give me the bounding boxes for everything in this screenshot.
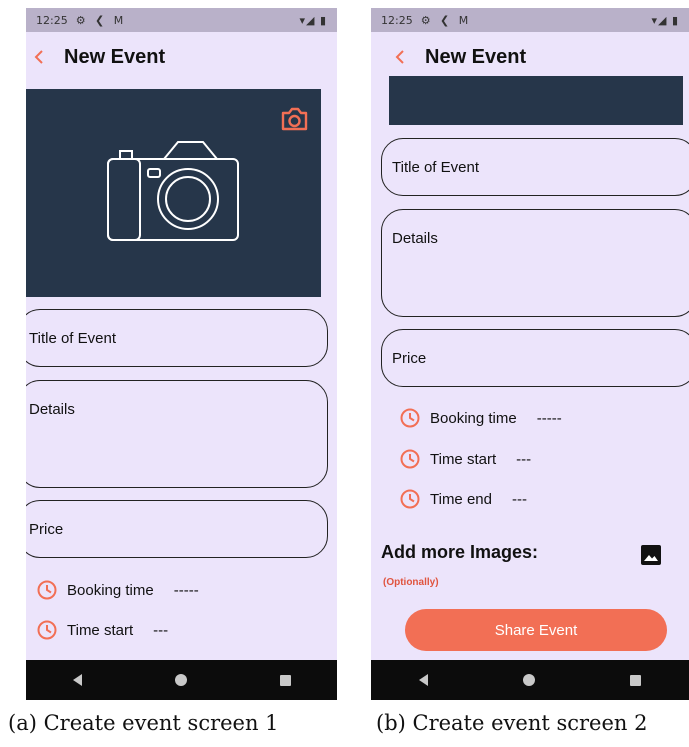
app-bar: New Event [26,40,337,74]
time-start-row[interactable]: Time start --- [37,620,168,640]
event-image-placeholder[interactable] [26,89,321,297]
camera-placeholder-icon [107,141,239,241]
nav-home-icon[interactable] [174,674,187,686]
time-start-label: Time start [67,621,134,639]
image-icon[interactable] [641,545,661,565]
system-nav-bar [26,660,337,700]
camera-icon[interactable] [279,105,309,133]
booking-time-row[interactable]: Booking time ----- [37,580,199,600]
booking-time-label: Booking time [430,409,517,427]
nav-recent-icon[interactable] [630,674,642,686]
price-placeholder: Price [392,350,427,367]
clock-icon [400,489,420,509]
booking-time-value: ----- [173,581,199,599]
optional-note: (Optionally) [383,577,439,588]
title-of-event-placeholder: Title of Event [392,159,479,176]
page-title: New Event [64,45,166,68]
status-bar: 12:25 ⚙ ❮ M ▾◢ ▮ [371,8,689,32]
screen-create-event-2: 12:25 ⚙ ❮ M ▾◢ ▮ New Event Title of Even… [371,8,689,700]
screen-create-event-1: 12:25 ⚙ ❮ M ▾◢ ▮ New Event Title of Even… [26,8,337,700]
clock-icon [37,620,57,640]
time-start-label: Time start [430,450,497,468]
status-icons: ⚙ ❮ M [75,13,127,27]
price-field[interactable]: Price [26,500,328,558]
booking-time-label: Booking time [67,581,154,599]
time-end-label: Time end [430,490,492,508]
status-icons: ⚙ ❮ M [420,13,472,27]
nav-recent-icon[interactable] [279,674,291,686]
share-event-button[interactable]: Share Event [405,609,667,651]
event-image-placeholder[interactable] [389,76,683,125]
title-of-event-field[interactable]: Title of Event [26,309,328,367]
time-start-value: --- [516,450,532,468]
clock-icon [37,580,57,600]
price-field[interactable]: Price [381,329,689,387]
page-title: New Event [425,45,527,68]
price-placeholder: Price [29,521,64,538]
details-field[interactable]: Details [26,380,328,488]
caption-b: (b) Create event screen 2 [376,711,648,735]
details-placeholder: Details [392,230,438,247]
status-time: 12:25 [36,13,68,27]
booking-time-value: ----- [536,409,562,427]
status-bar: 12:25 ⚙ ❮ M ▾◢ ▮ [26,8,337,32]
booking-time-row[interactable]: Booking time ----- [400,408,562,428]
clock-icon [400,449,420,469]
nav-back-icon[interactable] [418,674,428,686]
details-placeholder: Details [29,401,75,418]
signal-battery-icons: ▾◢ ▮ [299,13,327,27]
back-icon[interactable] [32,50,46,64]
system-nav-bar [371,660,689,700]
back-icon[interactable] [393,50,407,64]
signal-battery-icons: ▾◢ ▮ [651,13,679,27]
time-end-value: --- [511,490,527,508]
time-start-row[interactable]: Time start --- [400,449,531,469]
nav-home-icon[interactable] [522,674,535,686]
add-more-images-heading: Add more Images: [381,542,539,562]
details-field[interactable]: Details [381,209,689,317]
status-time: 12:25 [381,13,413,27]
time-start-value: --- [153,621,169,639]
time-end-row[interactable]: Time end --- [400,489,527,509]
title-of-event-placeholder: Title of Event [29,330,116,347]
title-of-event-field[interactable]: Title of Event [381,138,689,196]
caption-a: (a) Create event screen 1 [8,711,279,735]
app-bar: New Event [371,40,689,74]
nav-back-icon[interactable] [72,674,82,686]
clock-icon [400,408,420,428]
